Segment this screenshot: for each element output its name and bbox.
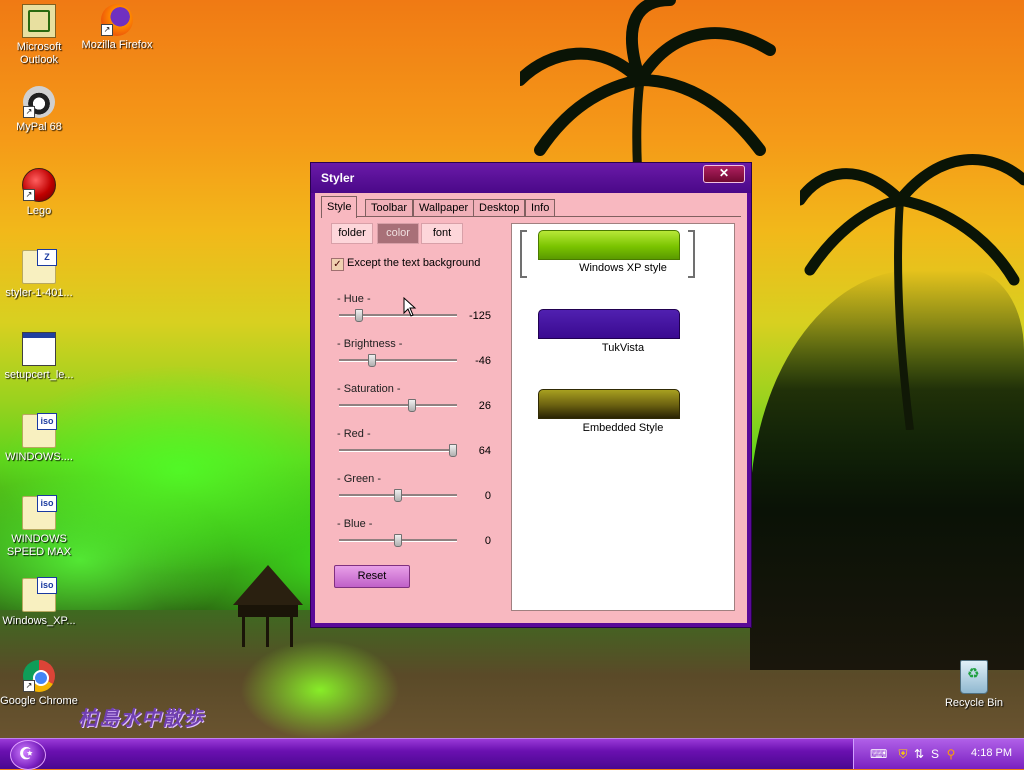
desktop-icon-chrome[interactable]: ↗ Google Chrome [0, 660, 78, 708]
saturation-slider-thumb[interactable] [408, 399, 416, 412]
desktop-icon-lego[interactable]: ↗ Lego [0, 168, 78, 218]
desktop-icon-firefox[interactable]: ↗ Mozilla Firefox [78, 4, 156, 52]
chrome-icon: ↗ [23, 660, 55, 692]
saturation-value: 26 [478, 400, 491, 412]
embedded-style-preview[interactable] [538, 389, 680, 419]
tab-wallpaper[interactable]: Wallpaper [413, 199, 475, 217]
desktop-icon-label: WINDOWS SPEED MAX [6, 533, 72, 558]
keyboard-icon[interactable]: ⌨ [870, 747, 887, 761]
hue-value: -125 [468, 310, 491, 322]
styler-window: Styler ✕ Style Toolbar Wallpaper Desktop… [310, 162, 752, 628]
windows-xp-style-preview[interactable] [538, 230, 680, 260]
desktop-icon-label: Google Chrome [0, 695, 78, 707]
color-button[interactable]: color [377, 223, 419, 244]
outlook-icon [22, 4, 56, 38]
tukvista-style-label[interactable]: TukVista [512, 342, 734, 354]
tab-info[interactable]: Info [525, 199, 556, 217]
hue-label: - Hue - [337, 293, 371, 305]
window-title: Styler [321, 171, 355, 185]
saturation-slider[interactable] [339, 399, 457, 412]
desktop-icon-label: styler-1-401... [5, 287, 73, 299]
firefox-icon: ↗ [101, 4, 133, 36]
desktop-icon-styler-zip[interactable]: Z styler-1-401... [0, 249, 78, 300]
blue-label: - Blue - [337, 518, 373, 530]
green-slider[interactable] [339, 489, 457, 502]
iso-file-icon: iso [22, 413, 57, 448]
shield-icon[interactable]: ⛨ [896, 747, 910, 761]
brightness-label: - Brightness - [337, 338, 403, 350]
iso-file-icon: iso [22, 495, 57, 530]
taskbar: ☪ ⌨ ⛨ ⇅ S ⚲ 4:18 PM [0, 738, 1024, 770]
system-tray: ⌨ ⛨ ⇅ S ⚲ 4:18 PM [853, 739, 1024, 769]
reset-button[interactable]: Reset [334, 565, 410, 588]
setup-window-icon [22, 332, 56, 366]
green-value: 0 [484, 490, 491, 502]
except-text-background-checkbox[interactable]: ✓ [331, 258, 344, 271]
desktop-icon-label: WINDOWS.... [5, 451, 73, 463]
mypal-icon: ↗ [23, 86, 55, 118]
brightness-slider-thumb[interactable] [368, 354, 376, 367]
red-value: 64 [478, 445, 491, 457]
folder-button[interactable]: folder [331, 223, 373, 244]
desktop-icon-label: Lego [26, 205, 52, 217]
except-text-background-label: Except the text background [347, 257, 481, 269]
blue-slider-thumb[interactable] [394, 534, 402, 547]
brightness-slider[interactable] [339, 354, 457, 367]
tukvista-style-preview[interactable] [538, 309, 680, 339]
tab-desktop[interactable]: Desktop [473, 199, 526, 217]
start-button[interactable]: ☪ [10, 740, 46, 770]
iso-file-icon: iso [22, 577, 57, 612]
search-icon[interactable]: ⚲ [944, 747, 958, 761]
blue-slider[interactable] [339, 534, 457, 547]
saturation-label: - Saturation - [337, 383, 401, 395]
wallpaper-beach-glow [240, 640, 400, 740]
wallpaper-watermark: 柏島水中散歩 [78, 706, 204, 730]
desktop-icon-windows-iso[interactable]: iso WINDOWS.... [0, 413, 78, 464]
brightness-value: -46 [475, 355, 491, 367]
network-icon[interactable]: ⇅ [912, 747, 926, 761]
desktop-icon-windows-speed-max[interactable]: iso WINDOWS SPEED MAX [0, 495, 78, 559]
mouse-cursor [403, 297, 417, 317]
desktop-icon-label: Windows_XP... [2, 615, 76, 627]
tab-panel-border [321, 216, 741, 217]
hue-slider-thumb[interactable] [355, 309, 363, 322]
desktop-icon-mypal[interactable]: ↗ MyPal 68 [0, 86, 78, 134]
desktop-icon-setupcert[interactable]: setupcert_le... [0, 332, 78, 382]
green-slider-thumb[interactable] [394, 489, 402, 502]
desktop-icon-recycle-bin[interactable]: ♻ Recycle Bin [935, 660, 1013, 710]
red-label: - Red - [337, 428, 371, 440]
window-client: Style Toolbar Wallpaper Desktop Info fol… [315, 193, 747, 623]
recycle-bin-icon: ♻ [960, 660, 988, 694]
red-slider[interactable] [339, 444, 457, 457]
close-button[interactable]: ✕ [703, 165, 745, 183]
s-app-icon[interactable]: S [928, 747, 942, 761]
zip-file-icon: Z [22, 249, 57, 284]
tab-style[interactable]: Style [321, 196, 358, 218]
windows-xp-style-label[interactable]: Windows XP style [512, 262, 734, 274]
lego-icon: ↗ [22, 168, 56, 202]
blue-value: 0 [484, 535, 491, 547]
wallpaper-beach-hut [233, 565, 303, 647]
desktop-icon-windows-xp-iso[interactable]: iso Windows_XP... [0, 577, 78, 628]
green-label: - Green - [337, 473, 382, 485]
desktop-icon-outlook[interactable]: Microsoft Outlook [0, 4, 78, 67]
wallpaper-palm-tree-right [800, 154, 1024, 430]
taskbar-clock[interactable]: 4:18 PM [971, 747, 1012, 759]
font-button[interactable]: font [421, 223, 463, 244]
start-icon: ☪ [19, 746, 34, 763]
desktop-icon-label: setupcert_le... [4, 369, 74, 381]
desktop-icon-label: Recycle Bin [944, 697, 1004, 709]
hue-slider[interactable] [339, 309, 457, 322]
window-titlebar[interactable]: Styler ✕ [311, 163, 751, 193]
desktop-icon-label: Microsoft Outlook [16, 41, 62, 66]
desktop-icon-label: Mozilla Firefox [81, 39, 153, 51]
desktop-icon-label: MyPal 68 [16, 121, 62, 133]
embedded-style-label[interactable]: Embedded Style [512, 422, 734, 434]
tab-toolbar[interactable]: Toolbar [365, 199, 414, 217]
style-list: Windows XP style TukVista Embedded Style [511, 223, 735, 611]
